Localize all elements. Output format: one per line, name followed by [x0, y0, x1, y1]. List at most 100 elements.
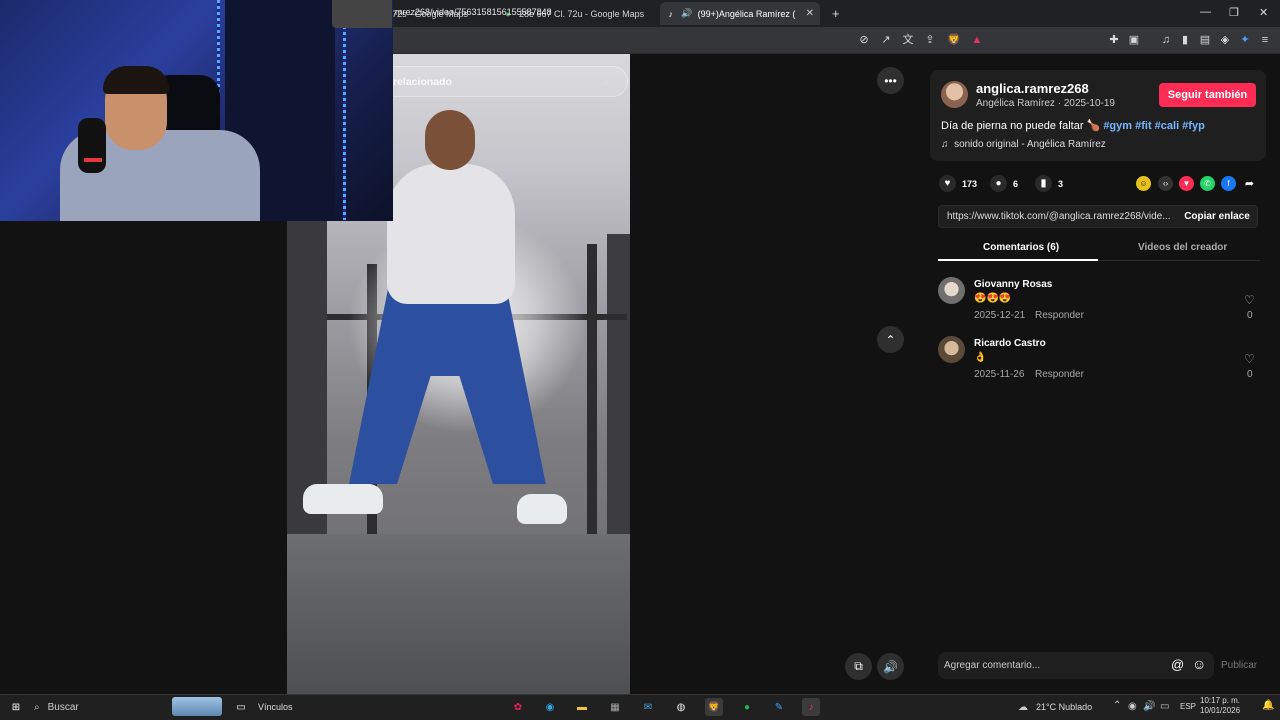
- heart-icon[interactable]: ♡: [1244, 352, 1255, 366]
- speaker-icon[interactable]: 🔊: [1143, 701, 1155, 712]
- copilot-icon[interactable]: ✿: [509, 698, 527, 716]
- reply-button[interactable]: Responder: [1035, 310, 1084, 321]
- obs-icon[interactable]: ◍: [672, 698, 690, 716]
- windows-start-icon[interactable]: ⊞: [7, 698, 25, 716]
- search-highlight-image: [172, 697, 222, 716]
- description-text: Día de pierna no puede faltar 🍗: [941, 120, 1101, 132]
- brave-icon[interactable]: 🦁: [705, 698, 723, 716]
- tiktok-icon[interactable]: ♪: [802, 698, 820, 716]
- copy-link-button[interactable]: Copiar enlace: [1176, 205, 1258, 228]
- volume-button[interactable]: 🔊: [877, 653, 904, 680]
- emoji-icon[interactable]: ☺: [1192, 656, 1206, 672]
- video-link[interactable]: https://www.tiktok.com/@anglica.ramrez26…: [947, 211, 1172, 222]
- post-date: 2025-10-19: [1063, 98, 1115, 109]
- mention-icon[interactable]: @: [1171, 657, 1184, 672]
- comment-text: 👌: [974, 352, 987, 363]
- share-page-icon[interactable]: ⇪: [923, 33, 937, 47]
- previous-video-button[interactable]: ⌃: [877, 326, 904, 353]
- language-indicator[interactable]: ESP: [1180, 702, 1196, 711]
- heart-icon: ♥: [939, 175, 956, 192]
- speaker-icon: 🔊: [681, 8, 693, 18]
- hashtags[interactable]: #gym #fit #cali #fyp: [1103, 120, 1205, 132]
- clock[interactable]: 10:17 p. m. 10/01/2026: [1200, 696, 1240, 716]
- sidebar-icon[interactable]: ▮: [1178, 33, 1192, 47]
- send-icon[interactable]: ▼: [1179, 176, 1194, 191]
- mail-icon[interactable]: ✉: [639, 698, 657, 716]
- music-info[interactable]: ♫ sonido original - Angélica Ramírez: [941, 139, 1106, 150]
- weather-text[interactable]: 21°C Nublado: [1036, 702, 1092, 712]
- more-options-button[interactable]: •••: [877, 67, 904, 94]
- like-count: 173: [962, 178, 978, 189]
- comment-like-count: 0: [1247, 310, 1253, 321]
- comment-stat[interactable]: ● 6: [990, 175, 1018, 192]
- reply-button[interactable]: Responder: [1035, 369, 1084, 380]
- pip-button[interactable]: ⧉: [845, 653, 872, 680]
- menu-icon[interactable]: ≡: [1258, 33, 1272, 47]
- comment-date: 2025-12-21: [974, 310, 1026, 321]
- creator-username[interactable]: anglica.ramrez268: [976, 81, 1089, 96]
- tab-label: (99+)Angélica Ramírez (@ang: [697, 8, 796, 19]
- comment-count: 6: [1013, 178, 1019, 189]
- spotify-icon[interactable]: ●: [738, 698, 756, 716]
- comment-author[interactable]: Giovanny Rosas: [974, 279, 1052, 290]
- search-icon[interactable]: ⌕: [602, 74, 609, 90]
- vpn-icon[interactable]: ◈: [1218, 33, 1232, 47]
- forward-icon[interactable]: ➦: [1242, 176, 1257, 191]
- publish-button[interactable]: Publicar: [1221, 660, 1257, 671]
- facebook-icon[interactable]: f: [1221, 176, 1236, 191]
- close-window-icon[interactable]: ✕: [1259, 6, 1268, 19]
- avatar[interactable]: [941, 81, 968, 108]
- avatar[interactable]: [938, 336, 965, 363]
- ai-assistant-icon[interactable]: ✦: [1238, 33, 1252, 47]
- task-view-icon[interactable]: ▭: [232, 698, 250, 716]
- links-toolbar[interactable]: Vínculos: [258, 702, 293, 712]
- media-icon[interactable]: ♫: [1159, 33, 1173, 47]
- chevron-up-icon[interactable]: ⌃: [1113, 700, 1121, 711]
- music-note-icon: ♫: [941, 139, 949, 150]
- embed-icon[interactable]: ‹›: [1158, 176, 1173, 191]
- heart-icon[interactable]: ♡: [1244, 293, 1255, 307]
- minimize-icon[interactable]: —: [1200, 6, 1211, 18]
- brave-shield-icon[interactable]: 🦁: [947, 33, 961, 47]
- comment-icon: ●: [990, 175, 1007, 192]
- creator-subline: Angélica Ramírez · 2025-10-19: [976, 98, 1115, 109]
- open-external-icon[interactable]: ↗: [879, 33, 893, 47]
- like-stat[interactable]: ♥ 173: [939, 175, 977, 192]
- tray-app-icon[interactable]: ◉: [1128, 701, 1137, 712]
- rewards-icon[interactable]: ▲: [970, 33, 984, 47]
- url-text[interactable]: mrez268/video/7563158156155587848: [395, 7, 552, 17]
- file-explorer-icon[interactable]: ▬: [573, 698, 591, 716]
- paint-icon[interactable]: ✎: [770, 698, 788, 716]
- music-title: sonido original - Angélica Ramírez: [954, 139, 1106, 150]
- edge-icon[interactable]: ◉: [541, 698, 559, 716]
- wallet-icon[interactable]: ▤: [1198, 33, 1212, 47]
- emoji-share-icon[interactable]: ☺: [1136, 176, 1151, 191]
- notifications-icon[interactable]: 🔔: [1262, 700, 1274, 711]
- comment-input[interactable]: [944, 656, 1154, 675]
- comment-author[interactable]: Ricardo Castro: [974, 338, 1046, 349]
- clock-time: 10:17 p. m.: [1200, 696, 1241, 705]
- save-stat[interactable]: ▮ 3: [1035, 175, 1063, 192]
- screenshot-icon[interactable]: ▣: [1127, 33, 1141, 47]
- creator-display-name: Angélica Ramírez: [976, 98, 1055, 109]
- clock-date: 10/01/2026: [1200, 706, 1241, 715]
- avatar[interactable]: [938, 277, 965, 304]
- tab-tiktok[interactable]: ♪ 🔊 (99+)Angélica Ramírez (@ang ✕: [660, 2, 820, 25]
- battery-icon[interactable]: ▭: [1160, 701, 1169, 712]
- new-tab-button[interactable]: +: [826, 2, 846, 25]
- extensions-icon[interactable]: ✚: [1107, 33, 1121, 47]
- save-count: 3: [1058, 178, 1064, 189]
- tab-comments[interactable]: Comentarios (6): [983, 242, 1059, 253]
- whatsapp-icon[interactable]: ✆: [1200, 176, 1215, 191]
- close-tab-icon[interactable]: ✕: [806, 8, 814, 19]
- restore-icon[interactable]: ❐: [1229, 6, 1239, 19]
- bookmark-icon: ▮: [1035, 175, 1052, 192]
- tab-creator-videos[interactable]: Videos del creador: [1138, 242, 1227, 253]
- no-tracking-icon[interactable]: ⊘: [857, 33, 871, 47]
- comment-like-count: 0: [1247, 369, 1253, 380]
- video-description: Día de pierna no puede faltar 🍗 #gym #fi…: [941, 119, 1205, 132]
- store-icon[interactable]: ▦: [606, 698, 624, 716]
- follow-button[interactable]: Seguir también: [1159, 83, 1256, 107]
- translate-icon[interactable]: 文: [901, 33, 915, 47]
- comment-date: 2025-11-26: [974, 369, 1025, 380]
